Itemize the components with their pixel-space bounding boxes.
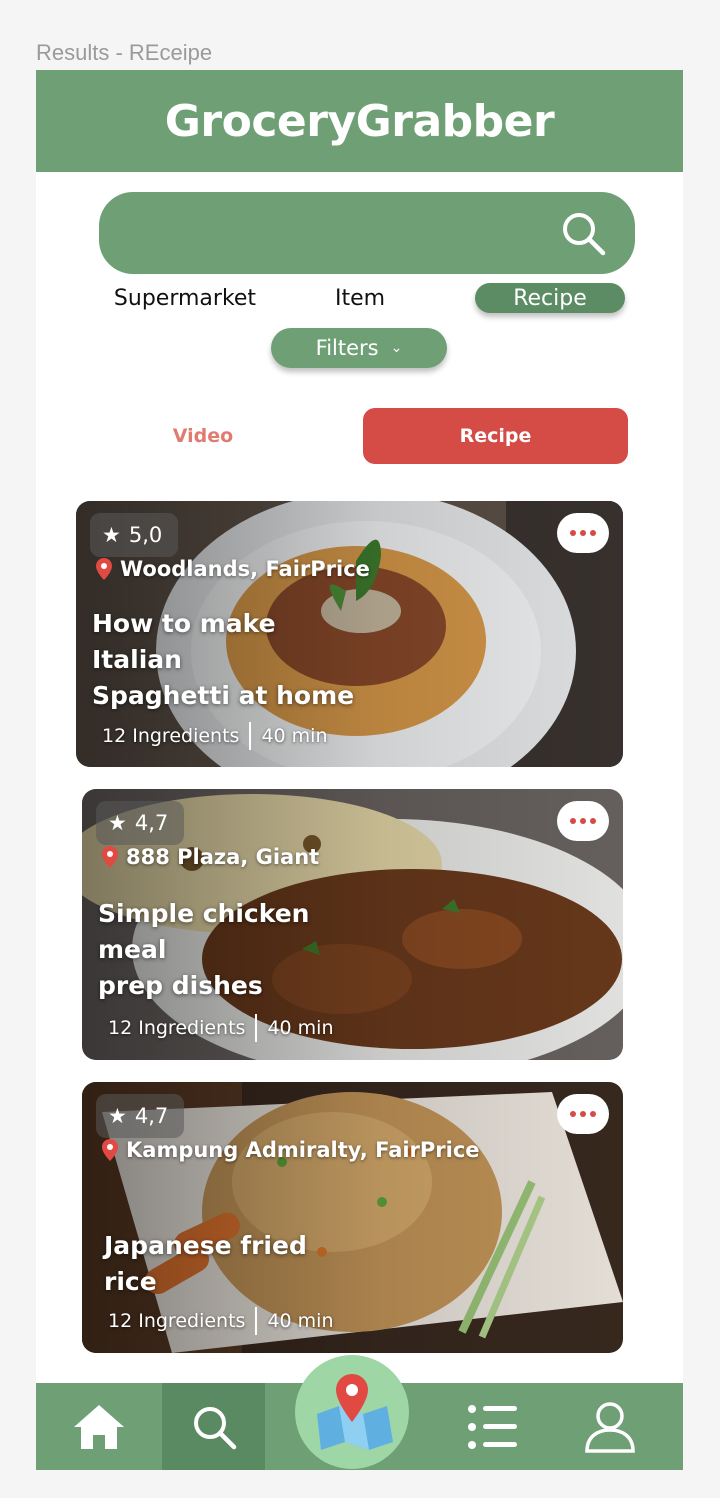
map-icon — [317, 1374, 393, 1450]
recipe-card[interactable]: ★ 5,0 Woodlands, FairPrice How to make I… — [76, 501, 623, 767]
location-text: 888 Plaza, Giant — [126, 845, 320, 869]
location-text: Kampung Admiralty, FairPrice — [126, 1138, 480, 1162]
divider — [255, 1014, 258, 1042]
map-button[interactable] — [295, 1355, 409, 1469]
recipe-title: Japanese fried rice — [104, 1228, 404, 1300]
ingredients-count: 12 Ingredients — [108, 1310, 246, 1332]
app-title: GroceryGrabber — [164, 95, 555, 147]
search-input[interactable] — [123, 210, 543, 256]
divider — [255, 1307, 258, 1335]
tab-recipe-content[interactable]: Recipe — [363, 408, 628, 464]
search-bar[interactable] — [99, 192, 635, 274]
more-options-button[interactable] — [557, 801, 609, 841]
title-line: meal — [98, 935, 167, 964]
cook-time: 40 min — [267, 1310, 334, 1332]
tab-video[interactable]: Video — [96, 408, 310, 464]
location-pin-icon — [102, 1139, 118, 1161]
title-line: Spaghetti at home — [92, 681, 355, 710]
recipe-title: Simple chicken meal prep dishes — [98, 896, 398, 1004]
divider — [249, 722, 252, 750]
frame-label: Results - REceipe — [36, 40, 213, 65]
title-line: rice — [104, 1267, 157, 1296]
recipe-meta: 12 Ingredients 40 min — [108, 1307, 333, 1335]
tab-item[interactable]: Item — [316, 283, 404, 313]
search-icon[interactable] — [559, 209, 607, 257]
title-line: Simple chicken — [98, 899, 310, 928]
nav-search[interactable] — [162, 1383, 265, 1470]
location-text: Woodlands, FairPrice — [120, 557, 370, 581]
nav-profile[interactable] — [563, 1383, 657, 1470]
profile-icon — [585, 1401, 635, 1453]
location-label: 888 Plaza, Giant — [102, 845, 319, 869]
title-line: Japanese fried — [104, 1231, 307, 1260]
rating-value: 4,7 — [134, 1104, 169, 1128]
more-options-button[interactable] — [557, 1094, 609, 1134]
search-icon — [193, 1406, 236, 1449]
rating-value: 4,7 — [134, 811, 169, 835]
tab-supermarket[interactable]: Supermarket — [100, 283, 270, 313]
filters-label: Filters — [315, 336, 379, 360]
location-pin-icon — [96, 558, 112, 580]
rating-badge: ★ 4,7 — [96, 801, 185, 845]
ingredients-count: 12 Ingredients — [102, 725, 240, 747]
title-line: How to make — [92, 609, 276, 638]
recipe-meta: 12 Ingredients 40 min — [108, 1014, 333, 1042]
cook-time: 40 min — [261, 725, 328, 747]
chevron-down-icon: ⌄ — [390, 340, 403, 356]
location-label: Woodlands, FairPrice — [96, 557, 370, 581]
star-icon: ★ — [102, 523, 121, 547]
phone-screen: GroceryGrabber Supermarket Item Recipe F… — [36, 70, 683, 1470]
star-icon: ★ — [108, 811, 127, 835]
ingredients-count: 12 Ingredients — [108, 1017, 246, 1039]
recipe-meta: 12 Ingredients 40 min — [102, 722, 327, 750]
rating-value: 5,0 — [128, 523, 163, 547]
recipe-card[interactable]: ★ 4,7 Kampung Admiralty, FairPrice Japan… — [82, 1082, 623, 1353]
nav-list[interactable] — [446, 1383, 540, 1470]
list-icon — [468, 1404, 517, 1449]
filters-button[interactable]: Filters ⌄ — [271, 328, 447, 368]
tab-recipe[interactable]: Recipe — [475, 283, 625, 313]
nav-home[interactable] — [36, 1383, 162, 1470]
home-icon — [74, 1404, 124, 1449]
title-line: Italian — [92, 645, 182, 674]
app-header: GroceryGrabber — [36, 70, 683, 172]
location-label: Kampung Admiralty, FairPrice — [102, 1138, 480, 1162]
star-icon: ★ — [108, 1104, 127, 1128]
location-pin-icon — [102, 846, 118, 868]
title-line: prep dishes — [98, 971, 263, 1000]
more-options-button[interactable] — [557, 513, 609, 553]
rating-badge: ★ 4,7 — [96, 1094, 185, 1138]
recipe-card[interactable]: ★ 4,7 888 Plaza, Giant Simple chicken me… — [82, 789, 623, 1060]
recipe-title: How to make Italian Spaghetti at home — [92, 606, 392, 714]
cook-time: 40 min — [267, 1017, 334, 1039]
rating-badge: ★ 5,0 — [90, 513, 179, 557]
